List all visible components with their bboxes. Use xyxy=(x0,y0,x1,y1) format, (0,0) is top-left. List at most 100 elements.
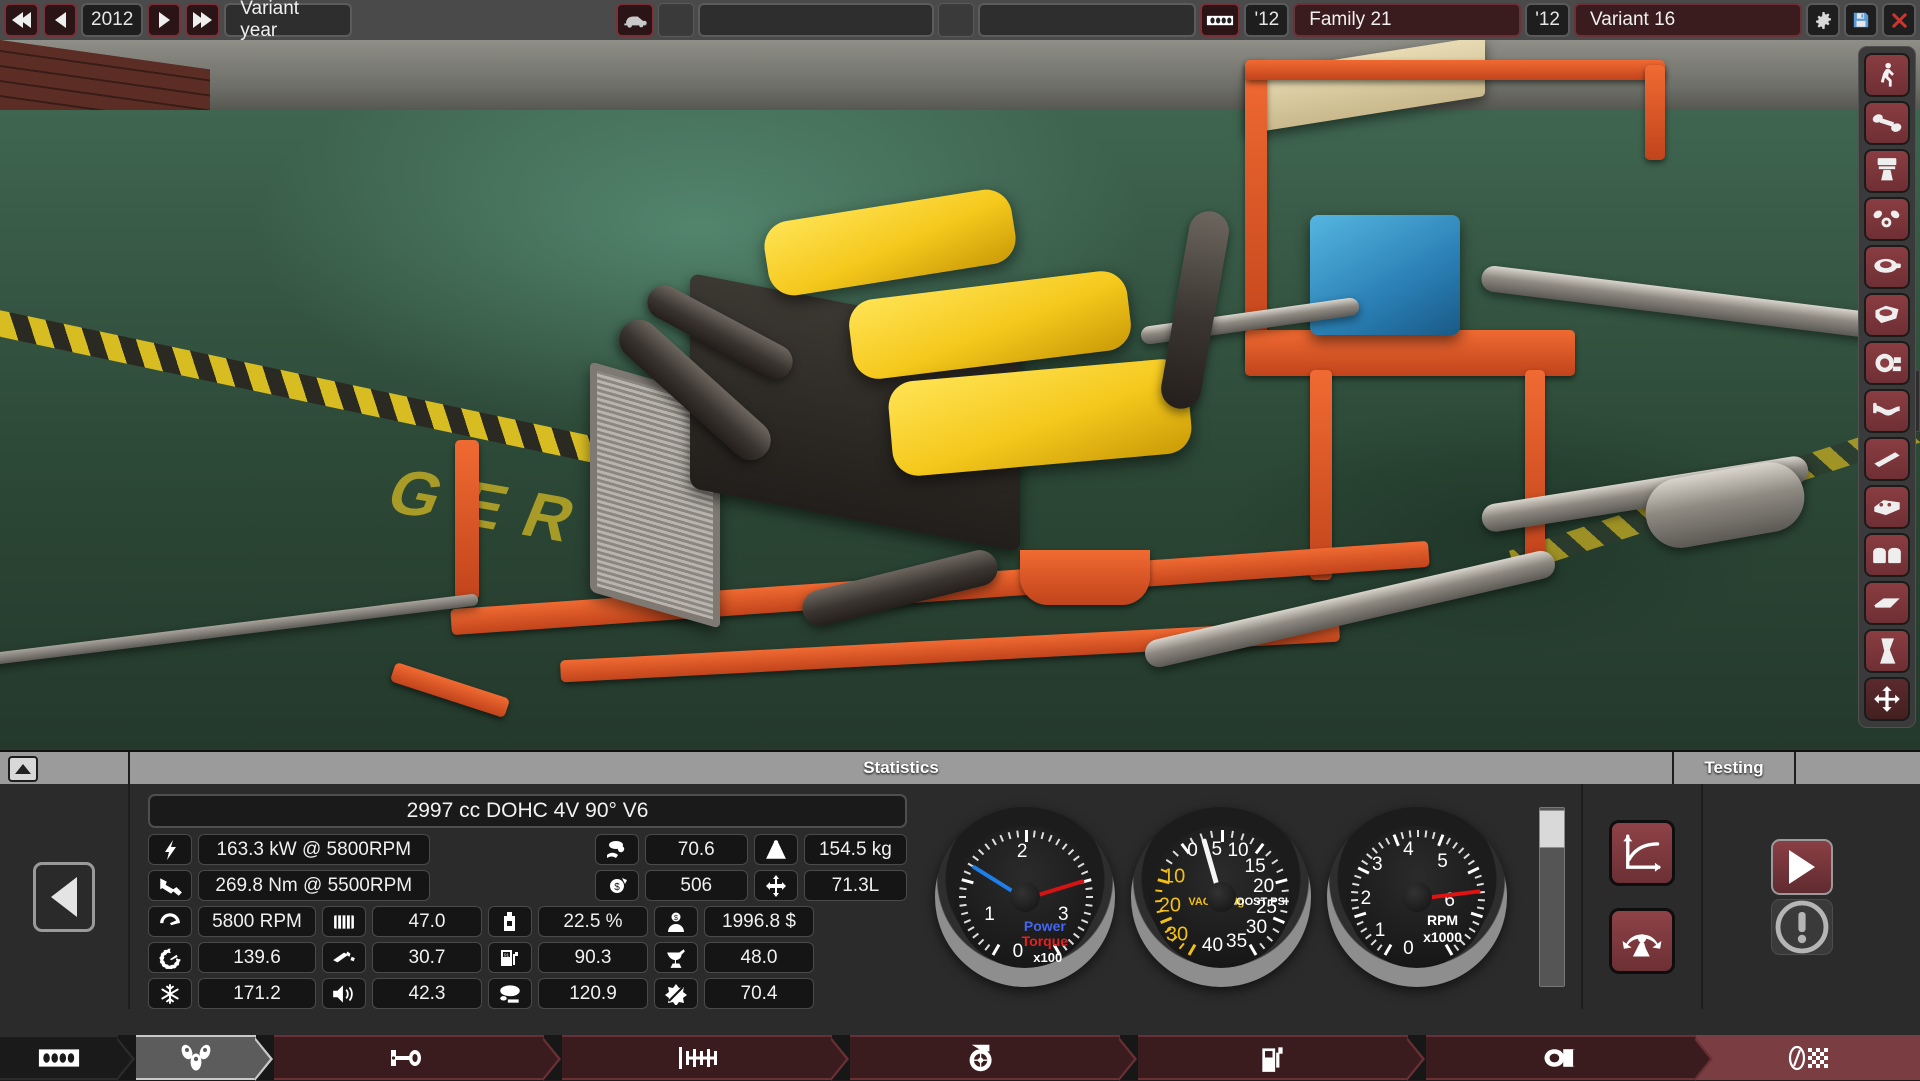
reliability-icon xyxy=(654,978,698,1009)
gauge-tick xyxy=(1467,866,1479,874)
flywheel-button[interactable] xyxy=(1864,245,1910,289)
gauge-tick xyxy=(1377,944,1383,951)
gauge-tick xyxy=(1085,887,1092,890)
vac-tick-20: 20 xyxy=(1159,895,1181,918)
emissions-value: 120.9 xyxy=(538,978,648,1009)
turbocharger-icon xyxy=(1872,349,1902,377)
tab-head[interactable] xyxy=(562,1035,832,1080)
cylinder-head-button[interactable] xyxy=(1864,293,1910,337)
warning-button[interactable] xyxy=(1771,899,1833,955)
car-name-field[interactable] xyxy=(698,3,934,37)
svg-text:$: $ xyxy=(614,882,620,893)
tab-chevron-inner xyxy=(1694,1039,1710,1079)
stat-row: 171.2 42.3 120.9 70.4 xyxy=(148,978,907,1009)
vac-tick-30: 30 xyxy=(1166,923,1188,946)
save-button[interactable] xyxy=(1844,3,1878,37)
gauge-tick xyxy=(1084,911,1091,915)
size-value: 71.3L xyxy=(804,870,907,901)
gauge-tick xyxy=(1445,943,1454,955)
run-test-button[interactable] xyxy=(1771,839,1833,895)
power-bolt-icon xyxy=(148,834,192,865)
variant-name-field[interactable]: Variant 16 xyxy=(1574,3,1802,37)
variant-year-field[interactable]: '12 xyxy=(1525,3,1570,37)
exhaust-manifold-button[interactable] xyxy=(1864,389,1910,433)
catalytic-plate-icon xyxy=(1872,589,1902,617)
car-select-button[interactable] xyxy=(616,3,654,37)
engineering-cost-value: 1996.8 $ xyxy=(704,906,814,937)
intake-runner-button[interactable] xyxy=(1864,437,1910,481)
muffler-button[interactable] xyxy=(1864,629,1910,673)
gauge-face: 0 10 20 30 5 10 15 20 25 30 35 40 VAC In… xyxy=(1150,826,1292,968)
vac-tick-0: 0 xyxy=(1187,840,1198,862)
tab-results[interactable] xyxy=(1696,1035,1920,1080)
dyno-frame-far xyxy=(1645,65,1665,160)
exhaust-manifold-icon xyxy=(1872,397,1902,425)
settings-button[interactable] xyxy=(1806,3,1840,37)
skip-back-button[interactable] xyxy=(4,3,39,37)
statistics-area: 2997 cc DOHC 4V 90° V6 163.3 kW @ 5800RP… xyxy=(130,784,925,1009)
variant-year-label[interactable]: Variant year xyxy=(224,3,352,37)
gauge-tick xyxy=(1477,882,1484,885)
tab-bottom-end[interactable] xyxy=(274,1035,544,1080)
gauge-tick xyxy=(959,903,966,906)
tab-fuel[interactable] xyxy=(1138,1035,1408,1080)
engine-tuning-button[interactable] xyxy=(1864,53,1910,97)
tab-turbo[interactable] xyxy=(850,1035,1120,1080)
gauge-tick xyxy=(1166,858,1173,864)
tab-engine-block[interactable] xyxy=(0,1035,118,1080)
gauge-tick xyxy=(999,834,1004,841)
gauge-tick xyxy=(1077,862,1084,867)
move-tool-button[interactable] xyxy=(1864,677,1910,721)
prev-icon xyxy=(55,12,66,28)
next-year-button[interactable] xyxy=(147,3,181,37)
camshaft-button[interactable] xyxy=(1864,197,1910,241)
boost-tick-40: 40 xyxy=(1202,935,1223,957)
close-button[interactable] xyxy=(1882,3,1916,37)
gauge-tick xyxy=(1477,906,1484,909)
dyno-curve-button[interactable] xyxy=(1609,820,1675,886)
gauge-tick xyxy=(1068,848,1074,854)
family-name-field[interactable]: Family 21 xyxy=(1293,3,1521,37)
tab-chevron-inner xyxy=(1118,1039,1134,1079)
gauge-tick xyxy=(1469,927,1476,932)
gauge-tick xyxy=(1041,832,1045,839)
prev-year-button[interactable] xyxy=(43,3,77,37)
intake-manifold-button[interactable] xyxy=(1864,485,1910,529)
skip-forward-icon xyxy=(193,12,212,28)
throttle-sweep-button[interactable] xyxy=(1609,908,1675,974)
gauge-tick xyxy=(1073,855,1080,861)
gauge-tick xyxy=(1437,834,1444,846)
gauge-tick xyxy=(984,943,990,950)
throttle-slider[interactable] xyxy=(1539,807,1565,987)
year-value[interactable]: 2012 xyxy=(81,3,143,37)
rpm-tick-2: 2 xyxy=(1361,888,1372,910)
engine-family-button[interactable] xyxy=(1200,3,1240,37)
gauge-tick xyxy=(1351,890,1358,893)
skip-forward-button[interactable] xyxy=(185,3,220,37)
car-year-field[interactable] xyxy=(658,3,694,37)
top-toolbar: 2012 Variant year '12 Family 21 '12 Vari… xyxy=(0,0,1920,40)
collapse-panel-button[interactable] xyxy=(8,756,38,782)
piston-button[interactable] xyxy=(1864,149,1910,193)
tab-camshaft[interactable] xyxy=(136,1035,256,1080)
catalytic-plate-button[interactable] xyxy=(1864,581,1910,625)
trim-name-field[interactable] xyxy=(978,3,1196,37)
engine-3d-viewport[interactable]: GER xyxy=(0,40,1920,750)
family-year-field[interactable]: '12 xyxy=(1244,3,1289,37)
trim-year-field[interactable] xyxy=(938,3,974,37)
previous-page-button[interactable] xyxy=(33,862,95,932)
power-legend: Power xyxy=(1024,918,1066,934)
crankshaft-button[interactable] xyxy=(1864,101,1910,145)
intercooler-button[interactable] xyxy=(1864,533,1910,577)
emissions-icon xyxy=(488,978,532,1009)
gauge-tick xyxy=(1033,830,1036,837)
testing-header: Testing xyxy=(1674,752,1796,784)
turbocharger-button[interactable] xyxy=(1864,341,1910,385)
smoothness-icon xyxy=(322,942,366,973)
exhaust-tab-icon xyxy=(1539,1042,1583,1074)
throttle-slider-knob[interactable] xyxy=(1539,810,1565,848)
tab-exhaust[interactable] xyxy=(1426,1035,1696,1080)
gauge-tick xyxy=(1188,943,1197,955)
gauge-hub xyxy=(1010,882,1040,912)
close-x-icon xyxy=(1890,11,1909,30)
